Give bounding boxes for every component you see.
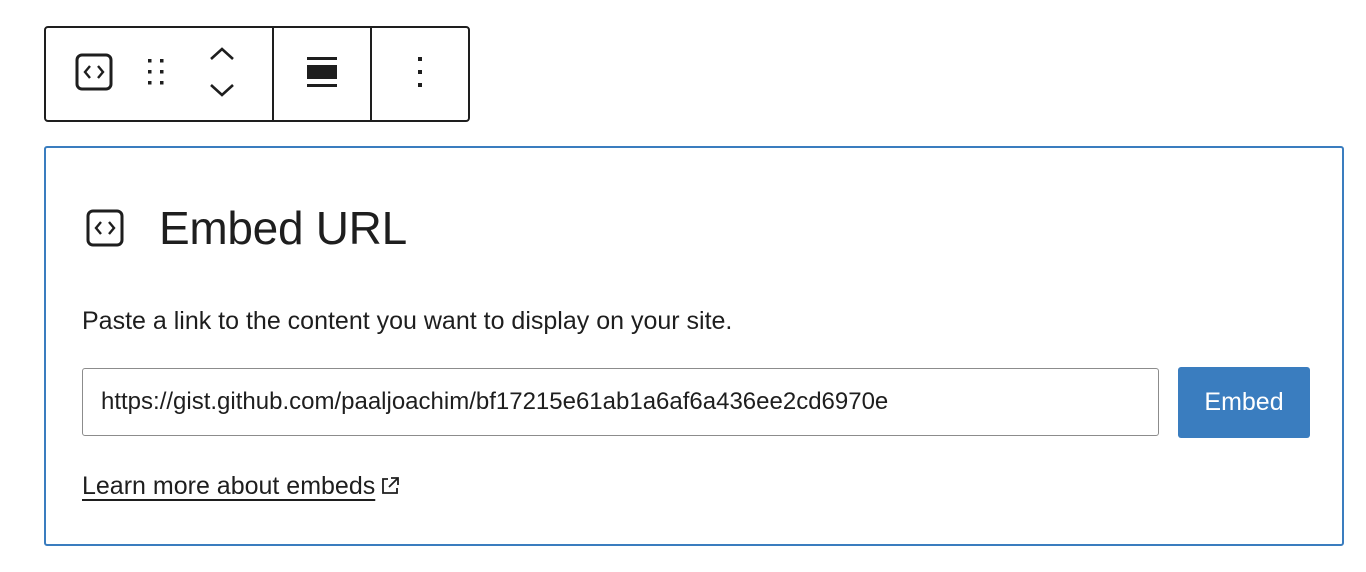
embed-url-input[interactable]: https://gist.github.com/paaljoachim/bf17…	[82, 368, 1159, 436]
options-button[interactable]	[372, 28, 469, 120]
move-up-button[interactable]	[202, 38, 242, 74]
learn-more-link[interactable]: Learn more about embeds	[82, 470, 401, 502]
chevron-down-icon	[208, 81, 236, 104]
move-down-button[interactable]	[202, 74, 242, 110]
toolbar-group-block	[46, 28, 272, 120]
learn-more-label: Learn more about embeds	[82, 472, 376, 500]
placeholder-instructions: Paste a link to the content you want to …	[82, 307, 733, 335]
align-wide-icon	[306, 55, 338, 94]
toolbar-group-options	[369, 28, 469, 120]
toolbar-group-align	[272, 28, 370, 120]
embed-button[interactable]: Embed	[1178, 367, 1310, 438]
block-mover	[172, 28, 272, 120]
align-button[interactable]	[274, 28, 370, 120]
block-toolbar	[44, 26, 470, 122]
placeholder-title: Embed URL	[159, 202, 407, 254]
drag-handle-icon	[145, 56, 167, 93]
chevron-up-icon	[208, 45, 236, 68]
drag-handle-button[interactable]	[140, 28, 172, 120]
external-link-icon	[379, 475, 401, 497]
embed-block-icon	[84, 207, 126, 249]
embed-placeholder: Embed URL Paste a link to the content yo…	[44, 146, 1344, 546]
block-type-button[interactable]	[46, 28, 140, 120]
placeholder-header: Embed URL	[84, 200, 407, 256]
more-vertical-icon	[416, 55, 424, 94]
embed-block-icon	[75, 53, 113, 96]
